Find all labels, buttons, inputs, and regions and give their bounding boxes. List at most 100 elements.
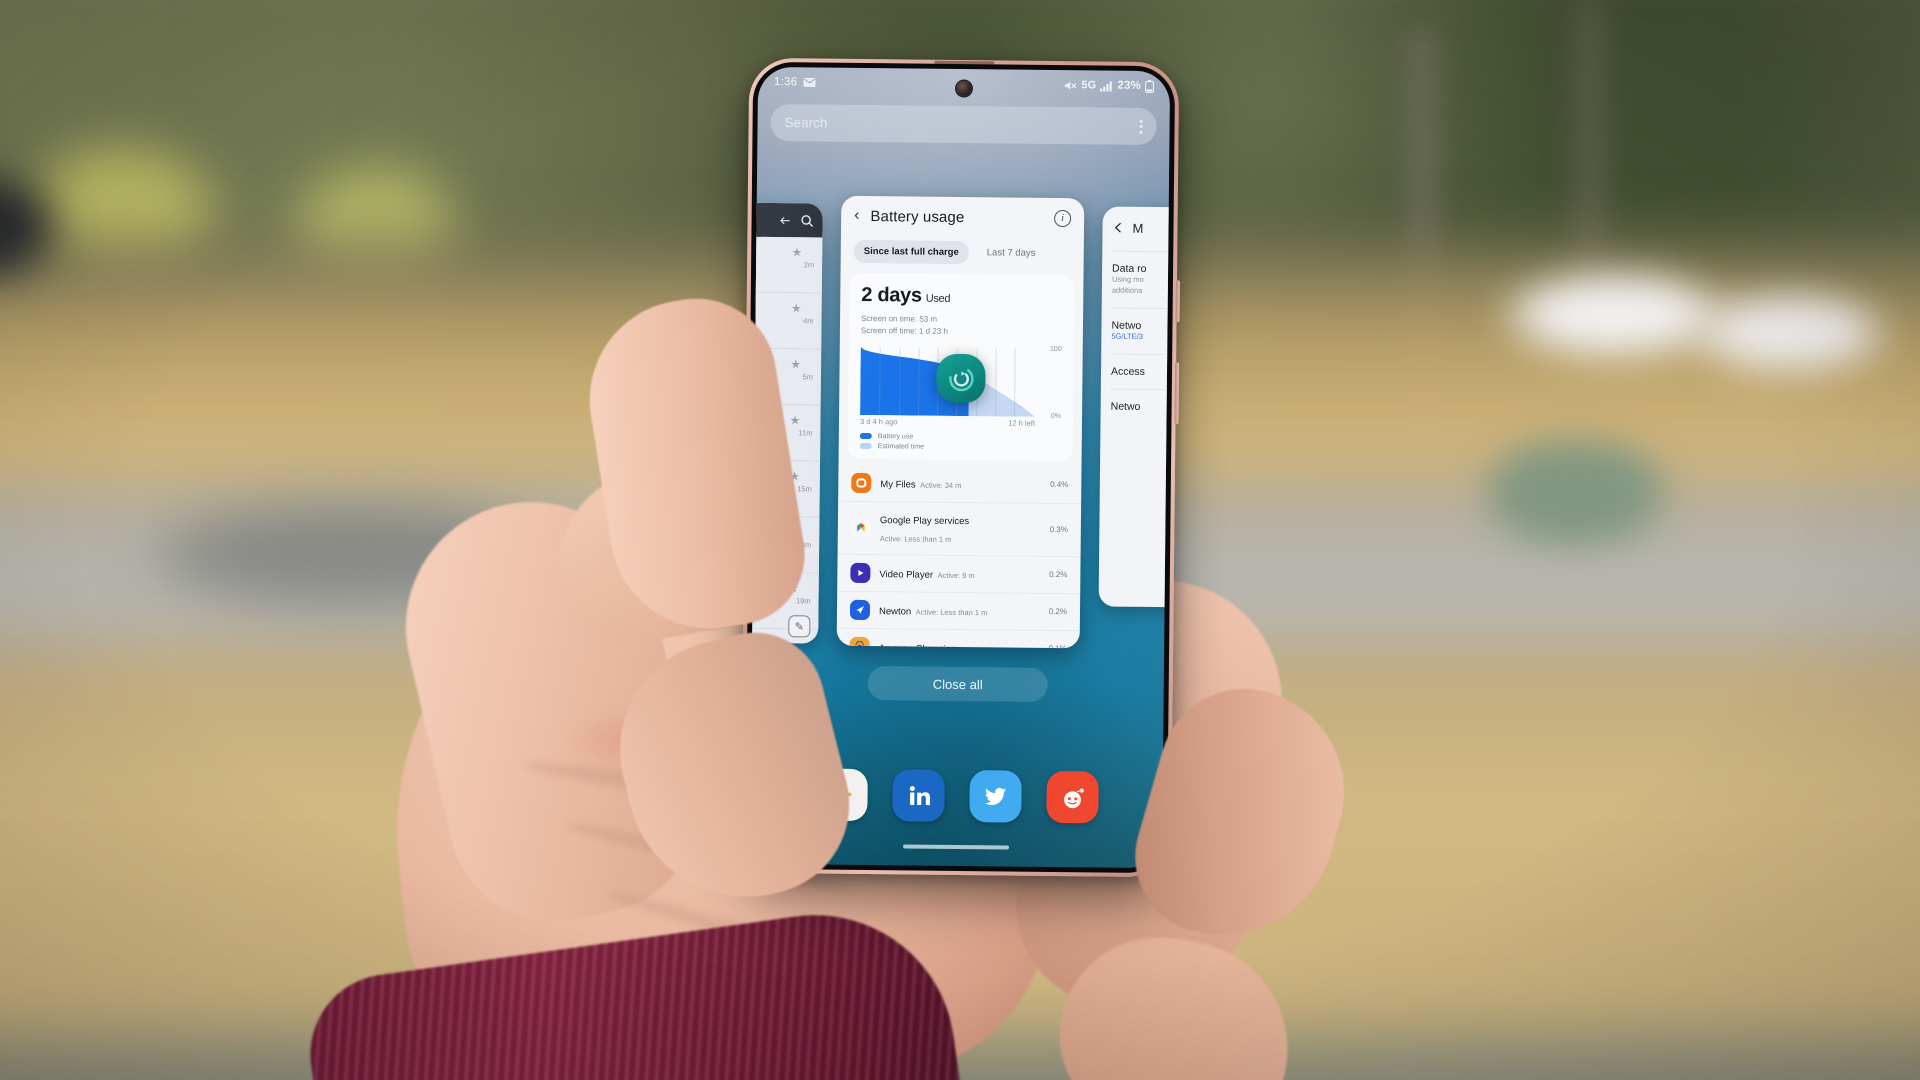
dark-car-left <box>0 172 60 282</box>
front-camera <box>956 80 972 97</box>
star-icon[interactable]: ★ <box>791 301 802 315</box>
divider <box>1111 307 1171 310</box>
white-car-right-2 <box>1690 290 1890 375</box>
status-time: 1:36 <box>773 76 798 89</box>
signal-bars-icon <box>1100 81 1113 92</box>
screen-time-lines: Screen on time: 53 m Screen off time: 1 … <box>861 313 1062 340</box>
table-row[interactable]: My Files Active: 34 m 0.4% <box>838 465 1081 504</box>
search-bar[interactable]: Search <box>770 103 1157 146</box>
table-row[interactable]: Newton Active: Less than 1 m 0.2% <box>836 590 1081 631</box>
chevron-left-icon[interactable]: ‹ <box>854 207 860 224</box>
app-battery-percent: 0.2% <box>1049 570 1068 580</box>
star-icon[interactable]: ★ <box>790 357 801 371</box>
card-header: ‹ Battery usage i <box>841 196 1084 239</box>
power-button[interactable] <box>1174 362 1180 425</box>
screen-off-time: Screen off time: 1 d 23 h <box>860 326 948 337</box>
legend-label: Estimated time <box>877 442 925 451</box>
email-time: 11m <box>798 428 813 438</box>
green-planter-box <box>1480 435 1670 550</box>
recent-card-battery-usage[interactable]: ‹ Battery usage i Since last full charge… <box>836 195 1085 649</box>
star-icon[interactable]: ★ <box>790 413 801 427</box>
app-battery-percent: 0.2% <box>1048 607 1068 617</box>
x-axis-start-label: 3 d 4 h ago <box>859 416 898 427</box>
app-name: Newton <box>878 605 912 618</box>
my-files-icon <box>851 472 872 493</box>
usage-duration: 2 days Used <box>861 284 1062 309</box>
mobile-networks-header: M <box>1102 206 1170 249</box>
settings-item-title: Netwo <box>1110 400 1141 413</box>
divider <box>1112 250 1171 253</box>
usage-duration-value: 2 days <box>861 283 922 307</box>
legend-item-estimated-time: Estimated time <box>859 442 1061 452</box>
y-axis-max-label: 100 <box>1050 345 1062 353</box>
app-battery-usage-list[interactable]: My Files Active: 34 m 0.4% Google Play s… <box>836 465 1082 649</box>
chart-legend: Battery use Estimated time <box>859 432 1061 452</box>
compose-icon[interactable]: ✎ <box>788 615 811 638</box>
settings-item-title: Access <box>1110 365 1145 378</box>
divider <box>1111 353 1171 356</box>
battery-icon <box>1145 79 1154 93</box>
envelope-icon <box>803 77 816 87</box>
email-time: 19m <box>795 596 811 606</box>
usage-period-tabs[interactable]: Since last full charge Last 7 days <box>841 236 1084 276</box>
video-player-icon <box>850 562 871 583</box>
search-input[interactable]: Search <box>785 115 828 130</box>
network-type: 5G <box>1081 79 1097 92</box>
star-icon[interactable]: ★ <box>791 245 802 259</box>
close-all-button[interactable]: Close all <box>867 666 1048 702</box>
legend-item-battery-use: Battery use <box>859 432 1061 442</box>
email-time: 4m <box>803 316 814 326</box>
table-row[interactable]: Video Player Active: 9 m 0.2% <box>837 553 1081 594</box>
page-title: Battery usage <box>870 207 965 226</box>
legend-swatch <box>859 433 872 440</box>
recents-carousel[interactable]: ★ 2... 2m ★ es... 4m ★ sin... 5m <box>749 155 1171 649</box>
y-axis-min-label: 0% <box>1050 412 1062 420</box>
app-name: Video Player <box>879 568 934 581</box>
battery-refresh-glyph <box>948 366 974 391</box>
email-time: 15m <box>797 484 812 494</box>
chevron-left-icon[interactable] <box>1112 222 1124 234</box>
settings-item-sub: Using mo additiona <box>1111 274 1144 295</box>
app-active-time: Active: 34 m <box>920 480 962 490</box>
legend-swatch <box>859 443 872 450</box>
reddit-icon[interactable] <box>1045 770 1099 824</box>
volume-button[interactable] <box>1175 280 1180 323</box>
settings-item[interactable]: Netwo <box>1100 391 1170 422</box>
chart-x-labels: 3 d 4 h ago 12 h left <box>860 417 1061 428</box>
legend-label: Battery use <box>877 432 914 441</box>
device-care-icon[interactable] <box>936 353 986 404</box>
app-active-time: Active: Less than 1 m <box>915 607 988 618</box>
table-row[interactable]: Amazon Shopping 0.1% <box>836 627 1080 649</box>
settings-item-title: Netwo <box>1111 319 1142 332</box>
battery-percent: 23% <box>1117 79 1142 92</box>
app-name: My Files <box>880 478 916 491</box>
search-icon[interactable] <box>801 214 814 227</box>
settings-item[interactable]: Data ro Using mo additiona <box>1102 253 1170 306</box>
newton-mail-icon <box>849 599 871 620</box>
linkedin-icon[interactable] <box>891 769 945 822</box>
tab-last-7-days[interactable]: Last 7 days <box>977 241 1046 265</box>
tab-since-last-full-charge[interactable]: Since last full charge <box>853 239 969 265</box>
list-item[interactable]: ★ 2... 2m <box>749 236 823 294</box>
mute-icon <box>1065 80 1077 90</box>
kebab-menu-icon[interactable] <box>1139 119 1143 134</box>
table-row[interactable]: Google Play services Active: Less than 1… <box>837 500 1082 557</box>
x-axis-end-label: 12 h left <box>1008 418 1036 428</box>
email-app-header <box>749 202 823 238</box>
settings-item[interactable]: Netwo 5G/LTE/3 <box>1101 310 1170 352</box>
settings-item-sub: 5G/LTE/3 <box>1111 331 1143 341</box>
right-card-title: M <box>1132 220 1144 236</box>
app-active-time: Active: Less than 1 m <box>879 533 952 544</box>
app-battery-percent: 0.3% <box>1049 525 1068 535</box>
app-active-time: Active: 9 m <box>937 570 975 580</box>
email-time: 2m <box>803 260 815 270</box>
email-time: 5m <box>802 372 813 382</box>
back-arrow-icon[interactable] <box>780 215 791 226</box>
twitter-icon[interactable] <box>968 770 1022 823</box>
app-battery-percent: 0.4% <box>1050 480 1069 490</box>
settings-item[interactable]: Access <box>1101 356 1170 387</box>
recent-card-mobile-networks[interactable]: M Data ro Using mo additiona Netwo 5G/LTE… <box>1098 206 1171 608</box>
info-icon[interactable]: i <box>1054 209 1072 227</box>
app-battery-percent: 0.1% <box>1048 644 1066 648</box>
usage-duration-label: Used <box>925 292 951 305</box>
